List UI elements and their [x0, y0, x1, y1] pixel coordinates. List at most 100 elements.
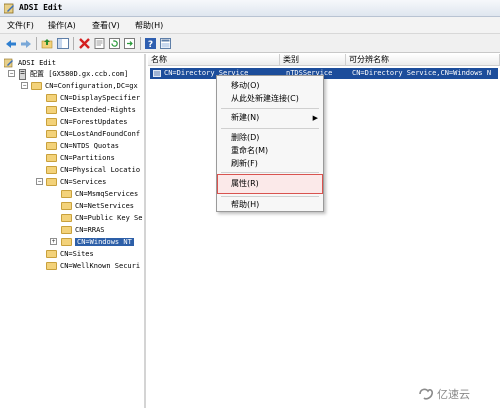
tree-node[interactable]: CN=NTDS Quotas	[46, 140, 119, 152]
folder-icon	[61, 226, 72, 234]
column-header-name[interactable]: 名称	[148, 54, 280, 66]
tree-pane: ADSI Edit − 配置 [GX580D.gx.ccb.com] − CN=…	[0, 54, 146, 408]
tree-node-label: CN=Extended-Rights	[60, 106, 136, 114]
tree-node[interactable]: CN=WellKnown Securi	[46, 260, 140, 272]
tree-node[interactable]: CN=Partitions	[46, 152, 115, 164]
show-tree-icon[interactable]	[56, 37, 69, 50]
tree-node[interactable]: CN=LostAndFoundConf	[46, 128, 140, 140]
menu-bar: 文件(F) 操作(A) 查看(V) 帮助(H)	[0, 17, 500, 34]
tree-node[interactable]: CN=Public Key Se	[61, 212, 142, 224]
tree-node[interactable]: CN=NetServices	[61, 200, 134, 212]
help-icon[interactable]: ?	[144, 37, 157, 50]
tree-node[interactable]: CN=ForestUpdates	[46, 116, 127, 128]
watermark-text: 亿速云	[437, 388, 470, 401]
watermark: 亿速云	[418, 386, 470, 402]
column-header-class[interactable]: 类别	[280, 54, 346, 66]
menu-item-label: 新建(N)	[231, 113, 260, 122]
tree-node-label: CN=Partitions	[60, 154, 115, 162]
refresh-icon[interactable]	[108, 37, 121, 50]
folder-icon	[46, 130, 57, 138]
menu-separator	[221, 108, 319, 109]
folder-icon	[46, 262, 57, 270]
toolbar-separator	[140, 37, 141, 50]
collapse-icon[interactable]: −	[21, 82, 28, 89]
folder-icon	[46, 166, 57, 174]
tree-node-label: CN=RRAS	[75, 226, 105, 234]
row-dn: CN=Directory Service,CN=Windows N	[352, 69, 492, 77]
svg-text:?: ?	[148, 40, 153, 49]
tree-node-label: CN=Physical Locatio	[60, 166, 141, 174]
menu-view[interactable]: 查看(V)	[92, 20, 120, 31]
toolbar-separator	[73, 37, 74, 50]
menu-item-new-connection[interactable]: 从此处新建连接(C)	[218, 93, 322, 105]
folder-icon	[46, 106, 57, 114]
tree-node[interactable]: CN=MsmqServices	[61, 188, 138, 200]
toolbar-separator	[36, 37, 37, 50]
menu-separator	[221, 128, 319, 129]
tree-node-label: 配置 [GX580D.gx.ccb.com]	[30, 70, 129, 78]
tree-root-label: ADSI Edit	[18, 59, 56, 67]
folder-icon	[46, 118, 57, 126]
adsi-edit-icon	[4, 58, 13, 68]
menu-item-new[interactable]: 新建(N) ▶	[218, 112, 322, 124]
watermark-logo-icon	[419, 388, 433, 400]
tree-node-label: CN=NTDS Quotas	[60, 142, 120, 150]
tree-node-label: CN=WellKnown Securi	[60, 262, 141, 270]
collapse-icon[interactable]: −	[36, 178, 43, 185]
tree-node-label: CN=Configuration,DC=gx	[45, 82, 138, 90]
back-icon[interactable]	[4, 37, 17, 50]
menu-item-help[interactable]: 帮助(H)	[218, 199, 322, 211]
adsi-edit-icon	[4, 3, 14, 14]
view-icon[interactable]	[159, 37, 172, 50]
folder-icon	[46, 142, 57, 150]
tree-node[interactable]: CN=Sites	[46, 248, 94, 260]
tree-node-label: CN=DisplaySpecifier	[60, 94, 141, 102]
up-icon[interactable]	[40, 37, 53, 50]
menu-item-rename[interactable]: 重命名(M)	[218, 145, 322, 157]
folder-icon	[61, 214, 72, 222]
tree-node-label: CN=ForestUpdates	[60, 118, 128, 126]
folder-icon	[61, 238, 72, 246]
list-pane: 名称 类别 可分辨名称 CN=Directory Service nTDSSer…	[148, 54, 500, 408]
tree-node[interactable]: CN=DisplaySpecifier	[46, 92, 140, 104]
tree-node-label: CN=NetServices	[75, 202, 135, 210]
menu-file[interactable]: 文件(F)	[7, 20, 34, 31]
folder-icon	[46, 154, 57, 162]
menu-separator	[221, 196, 319, 197]
folder-icon	[61, 190, 72, 198]
menu-item-move[interactable]: 移动(O)	[218, 80, 322, 92]
context-menu: 移动(O) 从此处新建连接(C) 新建(N) ▶ 删除(D) 重命名(M) 刷新…	[216, 75, 324, 212]
toolbar: ?	[0, 34, 500, 53]
menu-separator	[221, 172, 319, 173]
object-icon	[153, 70, 161, 77]
tree-node-label: CN=Windows NT	[75, 238, 134, 246]
title-bar: ADSI Edit	[0, 0, 500, 17]
tree-node-services[interactable]: CN=Services	[46, 176, 106, 188]
folder-icon	[46, 178, 57, 186]
tree-node-label: CN=Services	[60, 178, 107, 186]
menu-item-properties[interactable]: 属性(R)	[217, 174, 323, 194]
column-header-dn[interactable]: 可分辨名称	[346, 54, 500, 66]
server-icon	[19, 68, 26, 80]
tree-node-configuration[interactable]: CN=Configuration,DC=gx	[31, 80, 138, 92]
collapse-icon[interactable]: −	[8, 70, 15, 77]
menu-action[interactable]: 操作(A)	[48, 20, 76, 31]
menu-item-delete[interactable]: 删除(D)	[218, 132, 322, 144]
tree-node-windows-nt[interactable]: CN=Windows NT	[61, 236, 134, 248]
tree-node-label: CN=LostAndFoundConf	[60, 130, 141, 138]
tree-node[interactable]: CN=Extended-Rights	[46, 104, 136, 116]
menu-item-refresh[interactable]: 刷新(F)	[218, 158, 322, 170]
table-row[interactable]: CN=Directory Service nTDSService CN=Dire…	[150, 68, 498, 79]
expand-icon[interactable]: +	[50, 238, 57, 245]
export-icon[interactable]	[123, 37, 136, 50]
folder-icon	[46, 250, 57, 258]
delete-icon[interactable]	[78, 37, 91, 50]
tree-node[interactable]: CN=RRAS	[61, 224, 105, 236]
folder-icon	[46, 94, 57, 102]
properties-icon[interactable]	[93, 37, 106, 50]
menu-help[interactable]: 帮助(H)	[135, 20, 163, 31]
tree-node-connection[interactable]: 配置 [GX580D.gx.ccb.com]	[19, 68, 128, 80]
tree-node[interactable]: CN=Physical Locatio	[46, 164, 140, 176]
forward-icon[interactable]	[19, 37, 32, 50]
tree-node-label: CN=Public Key Se	[75, 214, 143, 222]
